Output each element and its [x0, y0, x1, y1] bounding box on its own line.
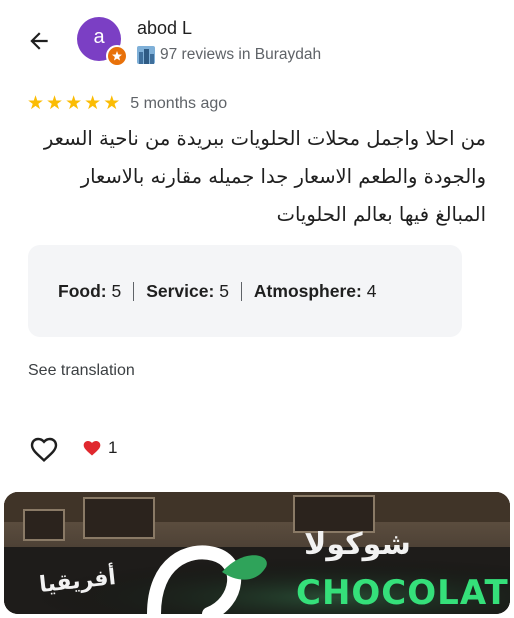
ratings-card: Food: 5 Service: 5 Atmosphere: 4 — [28, 245, 462, 337]
reaction-count[interactable]: 1 — [82, 438, 117, 458]
sign-arabic-right: شوكولا — [304, 527, 411, 562]
user-name[interactable]: abod L — [137, 18, 192, 39]
reviews-meta: 97 reviews in Buraydah — [137, 46, 321, 64]
divider — [133, 281, 135, 301]
rating-row: ★ ★ ★ ★ ★ 5 months ago — [27, 94, 227, 114]
avatar-initial: a — [93, 26, 105, 48]
divider — [240, 281, 242, 301]
city-icon — [137, 46, 155, 64]
star-icon: ★ — [27, 93, 45, 114]
star-icon: ★ — [103, 93, 121, 114]
reviews-meta-text: 97 reviews in Buraydah — [160, 46, 322, 63]
heart-outline-icon — [30, 437, 58, 462]
rating-atmosphere: Atmosphere: 4 — [253, 280, 377, 301]
rating-food: Food: 5 — [58, 280, 122, 301]
review-date: 5 months ago — [130, 95, 228, 112]
reaction-count-value: 1 — [108, 438, 118, 457]
red-heart-icon — [83, 441, 101, 456]
like-button[interactable] — [28, 433, 60, 465]
sign-chocolate: CHOCOLATE — [296, 573, 510, 613]
star-icon: ★ — [46, 93, 64, 114]
star-icon: ★ — [84, 93, 102, 114]
star-rating: ★ ★ ★ ★ ★ — [27, 94, 120, 114]
review-text: من احلا واجمل محلات الحلويات ببريدة من ن… — [43, 127, 486, 226]
back-arrow-icon — [30, 32, 48, 50]
star-icon: ★ — [65, 93, 83, 114]
see-translation-link[interactable]: See translation — [28, 362, 135, 380]
back-button[interactable] — [22, 24, 56, 58]
rating-service: Service: 5 — [146, 280, 229, 301]
local-guide-badge-icon — [106, 45, 128, 67]
review-photo[interactable]: أفريقيا شوكولا CHOCOLATE — [4, 492, 510, 614]
